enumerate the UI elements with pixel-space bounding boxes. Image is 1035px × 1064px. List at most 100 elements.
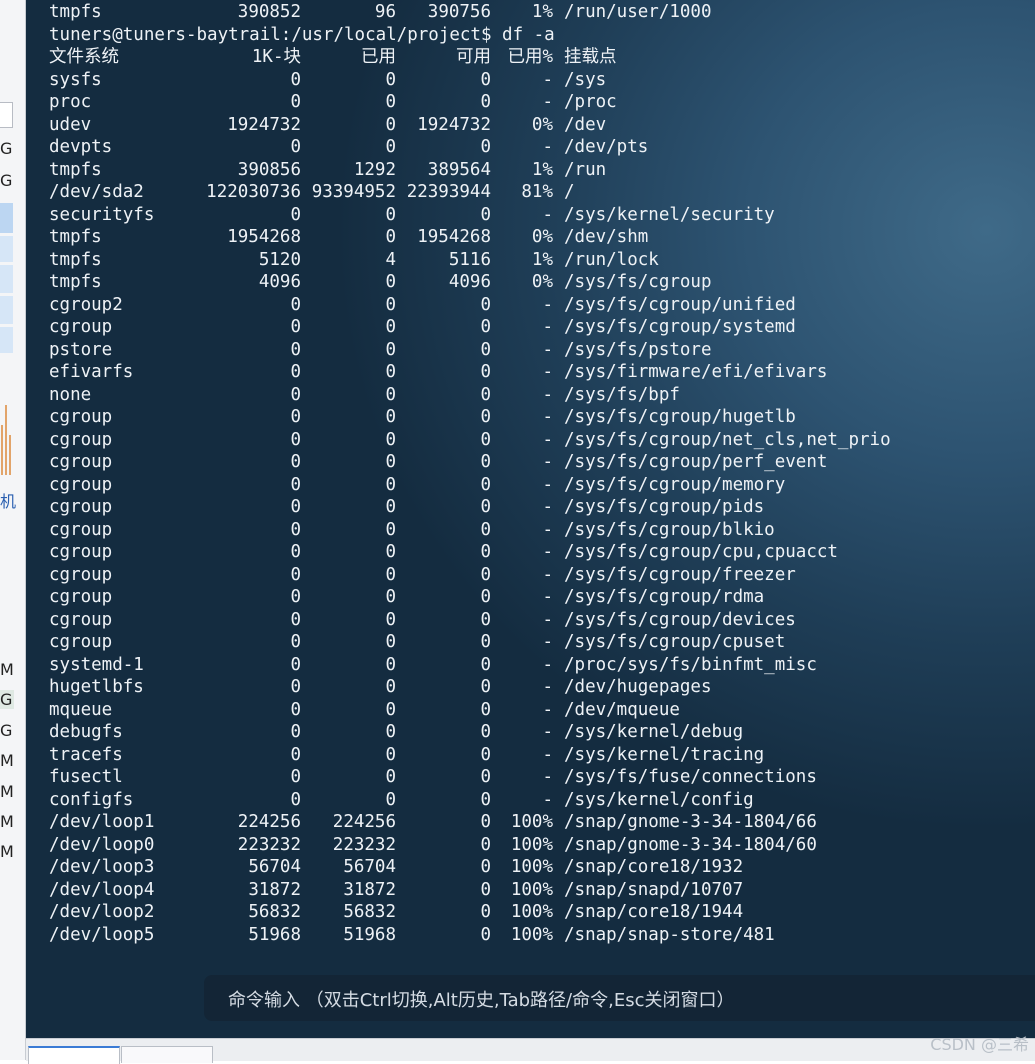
cell-filesystem: /dev/sda2 bbox=[49, 182, 144, 202]
side-list-item-selected[interactable] bbox=[0, 203, 13, 233]
cell-filesystem: /dev/loop3 bbox=[49, 857, 155, 877]
df-row: tracefs 0 0 0 -/sys/kernel/tracing bbox=[49, 744, 891, 767]
cell-avail: 0 bbox=[480, 137, 491, 157]
cell-use-percent: - bbox=[542, 137, 553, 157]
cell-used: 已用 bbox=[361, 47, 396, 67]
cell-mountpoint: /sys/fs/cgroup/unified bbox=[564, 294, 796, 315]
cell-size: 0 bbox=[290, 699, 301, 720]
cell-avail: 0 bbox=[480, 92, 491, 112]
cell-filesystem: hugetlbfs bbox=[49, 677, 144, 697]
cell-used: 223232 bbox=[332, 834, 396, 855]
cell-size: 0 bbox=[290, 317, 301, 337]
cell-use-percent: - bbox=[542, 384, 553, 405]
cell-mountpoint: /run/user/1000 bbox=[564, 2, 712, 22]
df-row: devpts 0 0 0 -/dev/pts bbox=[49, 136, 891, 159]
cell-use-percent: - bbox=[542, 767, 553, 787]
cell-size: 0 bbox=[290, 677, 301, 697]
cell-size: 0 bbox=[290, 632, 301, 652]
df-row: sysfs 0 0 0 -/sys bbox=[49, 69, 891, 92]
cell-avail: 0 bbox=[480, 339, 491, 360]
side-list-item[interactable] bbox=[0, 327, 13, 353]
df-row: systemd-1 0 0 0 -/proc/sys/fs/binfmt_misc bbox=[49, 654, 891, 677]
cell-avail: 0 bbox=[480, 587, 491, 607]
cell-filesystem: cgroup bbox=[49, 632, 113, 652]
cell-use-percent: - bbox=[542, 429, 553, 450]
df-row: cgroup 0 0 0 -/sys/fs/cgroup/net_cls,net_pri… bbox=[49, 429, 891, 452]
cell-use-percent: - bbox=[542, 92, 553, 112]
df-row: cgroup 0 0 0 -/sys/fs/cgroup/freezer bbox=[49, 564, 891, 587]
side-mini-chart bbox=[0, 395, 14, 475]
cell-avail: 0 bbox=[480, 429, 491, 450]
cell-avail: 0 bbox=[480, 924, 491, 945]
cell-avail: 0 bbox=[480, 722, 491, 742]
side-size-label: M bbox=[0, 812, 14, 831]
cell-filesystem: /dev/loop0 bbox=[49, 834, 155, 855]
cell-size: 0 bbox=[290, 362, 301, 382]
terminal-window[interactable]: tmpfs 390852 96 390756 1% /run/user/1000 tuner… bbox=[26, 0, 1035, 1038]
df-row: tmpfs 4096 0 4096 0% /sys/fs/cgroup bbox=[49, 271, 891, 294]
cell-use-percent: - bbox=[542, 789, 553, 810]
cell-used: 0 bbox=[385, 789, 396, 810]
side-list-item[interactable] bbox=[0, 236, 13, 262]
df-row: fusectl 0 0 0 -/sys/fs/fuse/connections bbox=[49, 766, 891, 789]
cell-use-percent: - bbox=[542, 452, 553, 472]
cell-avail: 0 bbox=[480, 677, 491, 697]
cell-filesystem: tmpfs bbox=[49, 272, 102, 292]
df-row: /dev/loop3 56704 56704 0 100% /snap/core18/19… bbox=[49, 856, 891, 879]
cell-filesystem: tmpfs bbox=[49, 159, 102, 180]
cell-mountpoint: /sys/fs/cgroup/blkio bbox=[564, 519, 775, 540]
df-row: cgroup 0 0 0 -/sys/fs/cgroup/cpu,cpuacct bbox=[49, 541, 891, 564]
side-label: 机 bbox=[0, 492, 17, 511]
side-size-label: M bbox=[0, 842, 14, 861]
cell-size: 0 bbox=[290, 429, 301, 450]
cell-size: 0 bbox=[290, 722, 301, 742]
session-tab[interactable] bbox=[121, 1046, 213, 1063]
side-list-item[interactable] bbox=[0, 265, 13, 293]
cell-filesystem: cgroup bbox=[49, 542, 113, 562]
side-list-item[interactable] bbox=[0, 296, 13, 324]
cell-used: 0 bbox=[385, 609, 396, 630]
cell-used: 0 bbox=[385, 587, 396, 607]
cell-size: 0 bbox=[290, 542, 301, 562]
cell-size: 0 bbox=[290, 407, 301, 427]
cell-avail: 22393944 bbox=[406, 182, 491, 202]
cell-use-percent: - bbox=[542, 204, 553, 225]
cell-avail: 0 bbox=[480, 879, 491, 900]
cell-avail: 0 bbox=[480, 294, 491, 315]
cell-size: 390856 bbox=[237, 159, 301, 180]
cell-used: 0 bbox=[385, 272, 396, 292]
cell-filesystem: /dev/loop1 bbox=[49, 812, 155, 832]
cell-filesystem: cgroup bbox=[49, 587, 113, 607]
cell-avail: 0 bbox=[480, 362, 491, 382]
cell-used: 0 bbox=[385, 69, 396, 90]
cell-mountpoint: /sys/fs/cgroup/cpuset bbox=[564, 632, 786, 652]
cell-mountpoint: /dev/shm bbox=[564, 227, 649, 247]
cell-used: 56704 bbox=[343, 857, 396, 877]
terminal-output: tmpfs 390852 96 390756 1% /run/user/1000 tuner… bbox=[49, 1, 891, 946]
cell-avail: 0 bbox=[480, 407, 491, 427]
cell-filesystem: systemd-1 bbox=[49, 654, 144, 675]
cell-used: 56832 bbox=[343, 902, 396, 922]
side-size-label: G bbox=[0, 139, 13, 158]
df-row: /dev/loop1 224256 224256 0 100% /snap/gnome-3… bbox=[49, 811, 891, 834]
cell-filesystem: tracefs bbox=[49, 744, 123, 765]
cell-avail: 0 bbox=[480, 632, 491, 652]
df-row: tmpfs 5120 4 5116 1% /run/lock bbox=[49, 249, 891, 272]
cell-used: 0 bbox=[385, 204, 396, 225]
df-header-row: 文件系统 1K-块 已用 可用 已用% 挂载点 bbox=[49, 46, 891, 69]
cell-size: 0 bbox=[290, 452, 301, 472]
cell-filesystem: cgroup bbox=[49, 429, 113, 450]
cell-filesystem: /dev/loop4 bbox=[49, 879, 155, 900]
cell-filesystem: pstore bbox=[49, 339, 113, 360]
cell-size: 223232 bbox=[237, 834, 301, 855]
cell-avail: 0 bbox=[480, 857, 491, 877]
cell-use-percent: 1% bbox=[531, 159, 553, 180]
df-row: mqueue 0 0 0 -/dev/mqueue bbox=[49, 699, 891, 722]
df-row: cgroup 0 0 0 -/sys/fs/cgroup/hugetlb bbox=[49, 406, 891, 429]
command-input-bar[interactable]: 命令输入 （双击Ctrl切换,Alt历史,Tab路径/命令,Esc关闭窗口） bbox=[204, 975, 1035, 1021]
cell-mountpoint: /proc bbox=[564, 92, 617, 112]
session-tab-active[interactable] bbox=[28, 1046, 120, 1064]
side-input-box[interactable] bbox=[0, 102, 13, 128]
cell-mountpoint: /sys/fs/pstore bbox=[564, 339, 712, 360]
df-row: cgroup 0 0 0 -/sys/fs/cgroup/perf_event bbox=[49, 451, 891, 474]
